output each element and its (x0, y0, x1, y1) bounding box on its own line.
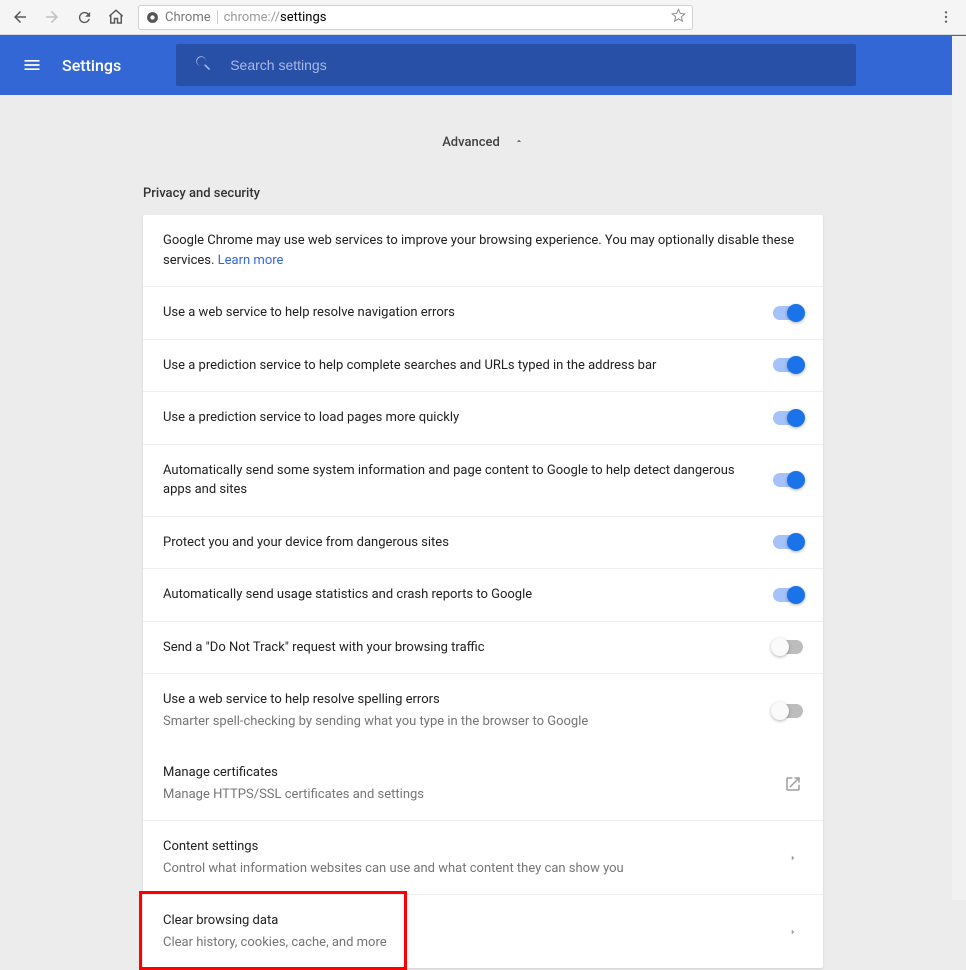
toggle-switch[interactable] (773, 358, 803, 372)
toggle-switch[interactable] (773, 473, 803, 487)
chevron-right-icon (783, 922, 803, 942)
url-text: chrome://settings (224, 10, 327, 25)
nav-row[interactable]: Manage certificatesManage HTTPS/SSL cert… (143, 747, 823, 821)
setting-label: Use a prediction service to load pages m… (163, 408, 757, 428)
setting-sublabel: Smarter spell-checking by sending what y… (163, 712, 757, 732)
setting-row: Automatically send usage statistics and … (143, 569, 823, 622)
site-chip-label: Chrome (165, 10, 211, 25)
setting-label: Use a prediction service to help complet… (163, 356, 757, 376)
bookmark-star-icon[interactable] (671, 8, 686, 27)
advanced-label: Advanced (442, 135, 500, 150)
browser-toolbar: Chrome chrome://settings (0, 0, 966, 35)
reload-button[interactable] (70, 3, 98, 31)
nav-sublabel: Manage HTTPS/SSL certificates and settin… (163, 785, 767, 805)
search-input[interactable] (230, 57, 838, 73)
toggle-switch[interactable] (773, 411, 803, 425)
privacy-card: Google Chrome may use web services to im… (143, 215, 823, 968)
intro-row: Google Chrome may use web services to im… (143, 215, 823, 287)
chevron-right-icon (783, 848, 803, 868)
forward-button[interactable] (38, 3, 66, 31)
toggle-switch[interactable] (773, 588, 803, 602)
intro-text: Google Chrome may use web services to im… (163, 231, 803, 270)
advanced-toggle[interactable]: Advanced (0, 135, 966, 150)
back-button[interactable] (6, 3, 34, 31)
setting-row: Use a web service to help resolve spelli… (143, 674, 823, 747)
setting-label: Send a "Do Not Track" request with your … (163, 638, 757, 658)
chevron-up-icon (514, 135, 524, 150)
nav-label: Content settings (163, 837, 767, 857)
setting-label: Use a web service to help resolve spelli… (163, 690, 757, 710)
menu-icon[interactable] (22, 55, 42, 75)
search-field[interactable] (176, 44, 856, 86)
setting-row: Automatically send some system informati… (143, 445, 823, 517)
settings-header: Settings (0, 35, 966, 95)
learn-more-link[interactable]: Learn more (218, 253, 284, 268)
setting-label: Automatically send some system informati… (163, 461, 757, 500)
setting-label: Automatically send usage statistics and … (163, 585, 757, 605)
setting-label: Use a web service to help resolve naviga… (163, 303, 757, 323)
toggle-switch[interactable] (773, 704, 803, 718)
site-chip-icon (145, 10, 159, 24)
open-external-icon (783, 774, 803, 794)
nav-row[interactable]: Content settingsControl what information… (143, 821, 823, 895)
section-title: Privacy and security (143, 186, 823, 201)
setting-row: Use a prediction service to load pages m… (143, 392, 823, 445)
nav-sublabel: Clear history, cookies, cache, and more (163, 933, 767, 953)
nav-sublabel: Control what information websites can us… (163, 859, 767, 879)
nav-label: Clear browsing data (163, 911, 767, 931)
header-title: Settings (62, 56, 121, 75)
settings-page: Advanced Privacy and security Google Chr… (0, 95, 966, 968)
setting-row: Use a prediction service to help complet… (143, 340, 823, 393)
setting-label: Protect you and your device from dangero… (163, 533, 757, 553)
nav-row[interactable]: Clear browsing dataClear history, cookie… (143, 895, 823, 968)
search-icon (194, 54, 212, 76)
chrome-menu-button[interactable] (932, 3, 960, 31)
toggle-switch[interactable] (773, 535, 803, 549)
omnibox-separator (217, 10, 218, 24)
setting-row: Send a "Do Not Track" request with your … (143, 622, 823, 675)
vertical-scrollbar[interactable] (952, 36, 966, 900)
toggle-switch[interactable] (773, 306, 803, 320)
home-button[interactable] (102, 3, 130, 31)
nav-label: Manage certificates (163, 763, 767, 783)
address-bar[interactable]: Chrome chrome://settings (138, 5, 693, 30)
setting-row: Use a web service to help resolve naviga… (143, 287, 823, 340)
setting-row: Protect you and your device from dangero… (143, 517, 823, 570)
toggle-switch[interactable] (773, 640, 803, 654)
